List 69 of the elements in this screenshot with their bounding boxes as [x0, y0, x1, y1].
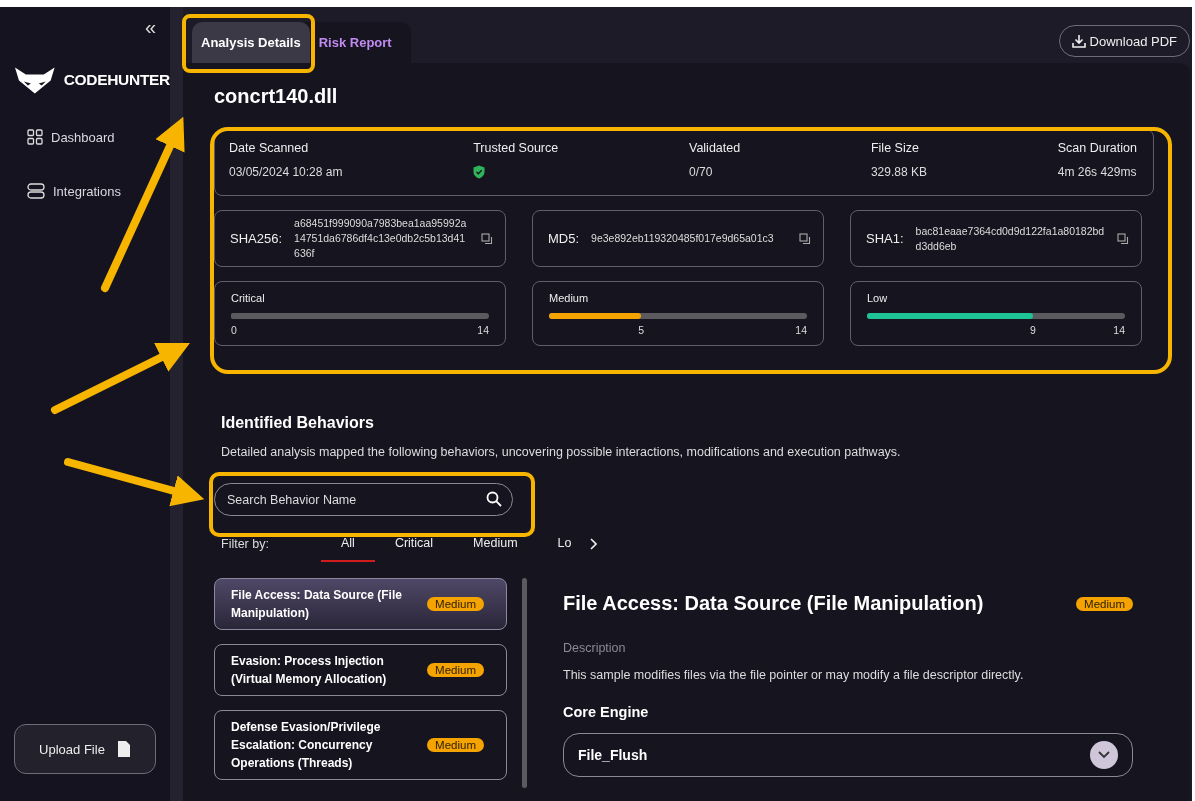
nav-link[interactable]: Integrations	[53, 183, 121, 199]
summary-value: 329.88 KB	[870, 165, 927, 179]
summary-label: Scan Duration	[1057, 141, 1137, 155]
chevron-right-icon[interactable]	[589, 537, 598, 550]
severity-badge: Medium	[1076, 596, 1133, 611]
behavior-item[interactable]: File Access: Data Source (File Manipulation) Medium	[214, 578, 507, 630]
file-icon	[116, 740, 131, 758]
tab[interactable]: Analysis Details	[192, 22, 310, 63]
behavior-name: File Access: Data Source (File Manipulation)	[231, 587, 403, 622]
search-icon[interactable]	[486, 491, 502, 507]
expand-button[interactable]	[1090, 741, 1118, 769]
severity-max: 14	[795, 324, 807, 336]
tab[interactable]: Risk Report	[309, 22, 401, 63]
behavior-item[interactable]: Defense Evasion/Privilege Escalation: Concurrency Operations (Threads) Medium	[214, 710, 507, 780]
severity-count: 5	[638, 324, 644, 336]
description-label: Description	[563, 641, 627, 655]
hash-value: bac81eaae7364cd0d9d122fa1a80182bdd3dd6eb	[915, 223, 1105, 254]
hash-label: SHA256:	[230, 231, 283, 246]
collapse-button[interactable]: «	[144, 17, 156, 37]
engine-accordion[interactable]: File_Flush	[563, 733, 1133, 777]
chevron-down-icon	[1098, 751, 1110, 759]
description-text: This sample modifies files via the file pointer or may modify a file descriptor directly.	[563, 668, 1025, 682]
hash-label: MD5:	[548, 231, 580, 246]
behavior-name: Evasion: Process Injection (Virtual Memory Allocation)	[231, 653, 388, 688]
filter-tab[interactable]: Critical	[374, 525, 454, 562]
summary-value: 4m 26s 429ms	[1057, 165, 1137, 179]
severity-count: 0	[231, 324, 237, 336]
grid-icon	[27, 129, 43, 145]
severity-max: 14	[1113, 324, 1125, 336]
summary-value: 0/70	[688, 165, 714, 179]
file-name: concrt140.dll	[214, 85, 339, 108]
section-title: Identified Behaviors	[221, 414, 375, 432]
engine-heading: Core Engine	[563, 704, 650, 720]
shield-check-icon	[473, 165, 486, 179]
severity-badge: Medium	[427, 738, 484, 752]
severity-label: Low	[867, 292, 889, 304]
severity-label: Critical	[231, 292, 266, 304]
filter-tab[interactable]: Lo	[537, 525, 576, 562]
upload-file-button[interactable]: Upload File	[14, 724, 156, 774]
severity-max: 14	[477, 324, 489, 336]
behavior-item[interactable]: Evasion: Process Injection (Virtual Memory Allocation) Medium	[214, 644, 507, 696]
hash-value: 9e3e892eb119320485f017e9d65a01c3	[591, 231, 775, 246]
severity-badge: Medium	[427, 597, 484, 611]
copy-icon[interactable]	[799, 232, 811, 245]
section-description: Detailed analysis mapped the following behaviors, uncovering possible interactions, modifications and execution pathways.	[221, 445, 902, 459]
summary-label: Validated	[688, 141, 741, 155]
copy-icon[interactable]	[1117, 232, 1129, 245]
filter-tab[interactable]: Medium	[453, 525, 538, 562]
download-icon	[1071, 34, 1086, 48]
summary-label: File Size	[870, 141, 920, 155]
filter-tab[interactable]: All	[321, 525, 375, 562]
hash-label: SHA1:	[866, 231, 904, 246]
behavior-name: Defense Evasion/Privilege Escalation: Concurrency Operations (Threads)	[231, 719, 382, 772]
summary-value: 03/05/2024 10:28 am	[229, 165, 343, 179]
severity-label: Medium	[549, 292, 590, 304]
brand-name: CODEHUNTER	[63, 70, 170, 89]
server-icon	[27, 183, 45, 199]
summary-label: Trusted Source	[473, 141, 559, 155]
filter-label: Filter by:	[221, 536, 270, 551]
nav-link[interactable]: Dashboard	[51, 129, 115, 145]
copy-icon[interactable]	[481, 232, 493, 245]
scrollbar[interactable]	[522, 578, 527, 788]
engine-item-label: File_Flush	[578, 747, 648, 763]
search-field[interactable]: Search Behavior Name	[214, 483, 513, 516]
hash-value: a68451f999090a7983bea1aa95992a14751da6786df4c13e0db2c5b13d41636f	[294, 216, 468, 261]
behavior-title: File Access: Data Source (File Manipulation)	[563, 592, 984, 615]
severity-badge: Medium	[427, 663, 484, 677]
severity-count: 9	[1029, 324, 1036, 336]
summary-label: Date Scanned	[229, 141, 310, 155]
